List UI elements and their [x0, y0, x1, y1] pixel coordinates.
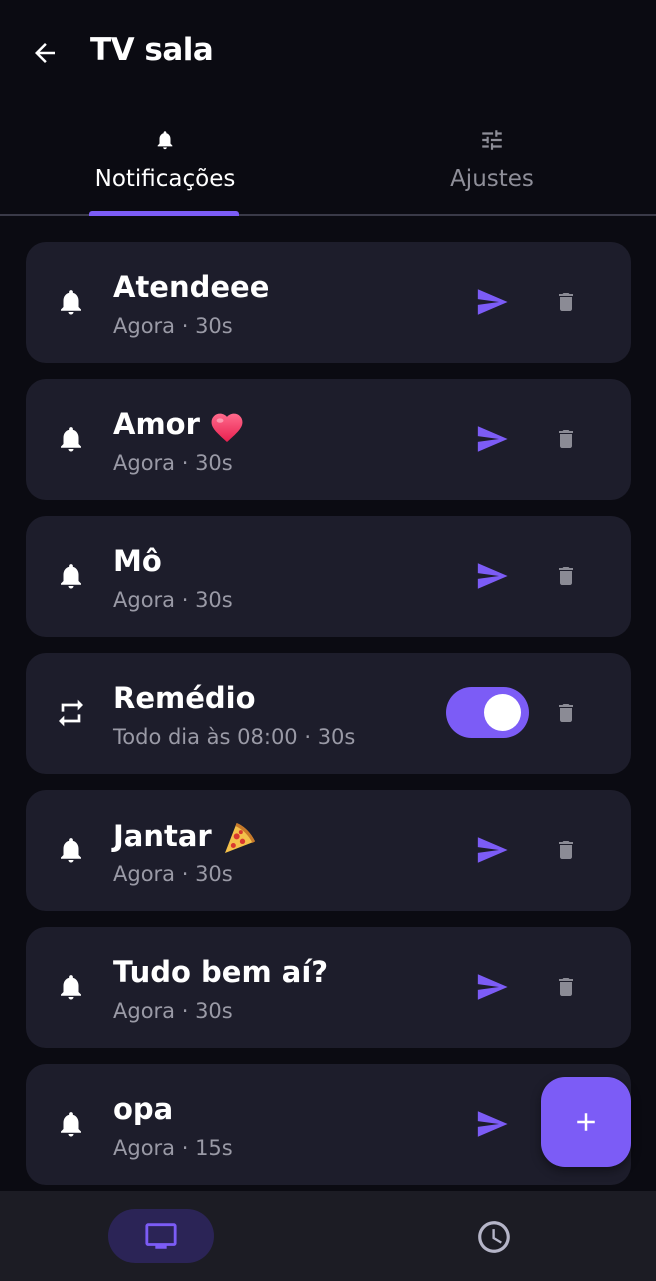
- delete-button[interactable]: [553, 286, 579, 318]
- plus-icon: [577, 1113, 595, 1131]
- send-icon: [477, 426, 508, 452]
- bottom-navigation: [0, 1191, 656, 1281]
- trash-icon: [559, 841, 573, 859]
- notification-subtitle: Agora · 30s: [113, 862, 233, 886]
- notification-card[interactable]: Atendeee Agora · 30s: [26, 242, 631, 363]
- pizza-emoji-icon: [224, 823, 255, 853]
- tab-label: Ajustes: [450, 166, 534, 192]
- notification-card[interactable]: Tudo bem aí? Agora · 30s: [26, 927, 631, 1048]
- app-header: TV sala: [0, 0, 656, 104]
- send-button[interactable]: [470, 830, 514, 870]
- tab-ajustes[interactable]: Ajustes: [392, 104, 592, 216]
- notification-card[interactable]: Mô Agora · 30s: [26, 516, 631, 637]
- app-screen: TV sala Notificações Ajustes Atendeee Ag…: [0, 0, 656, 1281]
- delete-button[interactable]: [553, 834, 579, 866]
- notification-title: Amor: [113, 407, 246, 443]
- notification-subtitle: Agora · 30s: [113, 999, 233, 1023]
- send-button[interactable]: [470, 419, 514, 459]
- trash-icon: [559, 978, 573, 996]
- delete-button[interactable]: [553, 423, 579, 455]
- bell-icon: [61, 975, 81, 1000]
- clock-icon: [478, 1221, 510, 1253]
- delete-button[interactable]: [553, 697, 579, 729]
- repeat-icon: [59, 699, 83, 727]
- notification-title: Remédio: [113, 681, 256, 715]
- notification-title: Mô: [113, 544, 162, 578]
- notification-subtitle: Agora · 15s: [113, 1136, 233, 1160]
- send-button[interactable]: [470, 282, 514, 322]
- back-button[interactable]: [28, 36, 62, 70]
- delete-button[interactable]: [553, 560, 579, 592]
- send-button[interactable]: [470, 556, 514, 596]
- sliders-icon: [482, 130, 502, 150]
- add-notification-button[interactable]: [541, 1077, 631, 1167]
- notification-title: Atendeee: [113, 270, 270, 304]
- trash-icon: [559, 430, 573, 448]
- notification-title: Tudo bem aí?: [113, 955, 329, 989]
- bell-icon: [61, 1112, 81, 1137]
- send-icon: [477, 1111, 508, 1137]
- notification-card[interactable]: Amor Agora · 30s: [26, 379, 631, 500]
- notification-title: opa: [113, 1092, 174, 1126]
- nav-item-tv[interactable]: [108, 1209, 214, 1263]
- bell-icon: [61, 564, 81, 589]
- nav-item-history[interactable]: [474, 1217, 514, 1257]
- notification-subtitle: Todo dia às 08:00 · 30s: [113, 725, 356, 749]
- notification-card[interactable]: Jantar Agora · 30s: [26, 790, 631, 911]
- active-tab-indicator: [89, 211, 239, 216]
- arrow-left-icon: [35, 43, 55, 63]
- bell-icon: [61, 838, 81, 863]
- tab-bar: Notificações Ajustes: [0, 104, 656, 216]
- toggle-knob: [484, 694, 521, 731]
- notification-subtitle: Agora · 30s: [113, 451, 233, 475]
- bell-icon: [61, 427, 81, 452]
- tv-icon: [145, 1223, 177, 1249]
- heart-emoji-icon: [211, 413, 243, 442]
- notification-subtitle: Agora · 30s: [113, 588, 233, 612]
- send-icon: [477, 289, 508, 315]
- trash-icon: [559, 704, 573, 722]
- send-button[interactable]: [470, 1104, 514, 1144]
- bell-icon: [157, 131, 173, 150]
- send-button[interactable]: [470, 967, 514, 1007]
- enable-toggle[interactable]: [446, 687, 529, 738]
- bell-icon: [61, 290, 81, 315]
- trash-icon: [559, 567, 573, 585]
- send-icon: [477, 974, 508, 1000]
- tab-label: Notificações: [94, 166, 236, 192]
- trash-icon: [559, 293, 573, 311]
- tab-notificacoes[interactable]: Notificações: [60, 104, 270, 216]
- delete-button[interactable]: [553, 971, 579, 1003]
- notification-card[interactable]: Remédio Todo dia às 08:00 · 30s: [26, 653, 631, 774]
- notification-subtitle: Agora · 30s: [113, 314, 233, 338]
- notification-title: Jantar: [113, 818, 260, 858]
- page-title: TV sala: [90, 32, 214, 68]
- send-icon: [477, 837, 508, 863]
- send-icon: [477, 563, 508, 589]
